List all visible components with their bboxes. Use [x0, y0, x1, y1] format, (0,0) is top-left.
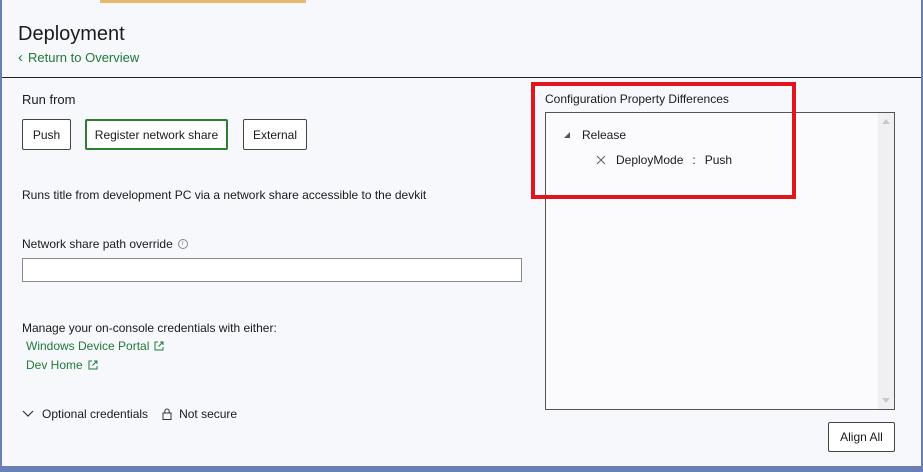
- external-link-icon: [154, 341, 164, 351]
- network-share-path-input[interactable]: [22, 258, 522, 282]
- push-button[interactable]: Push: [22, 119, 71, 150]
- dev-home-link[interactable]: Dev Home: [26, 358, 98, 372]
- scroll-up-icon[interactable]: [882, 119, 890, 124]
- annotation-highlight-box: [531, 82, 796, 199]
- run-mode-description: Runs title from development PC via a net…: [22, 188, 427, 202]
- lock-icon: [162, 408, 172, 420]
- active-tab-indicator: [100, 0, 306, 3]
- optional-credentials-label: Optional credentials: [42, 407, 149, 421]
- scroll-down-icon[interactable]: [882, 398, 890, 403]
- run-from-label: Run from: [22, 92, 76, 107]
- network-share-label: Network share path override: [22, 237, 173, 251]
- optional-credentials-row[interactable]: Optional credentials Not secure: [22, 407, 237, 421]
- network-share-label-row: Network share path override i: [22, 237, 188, 251]
- credentials-text: Manage your on-console credentials with …: [22, 321, 277, 335]
- dev-home-label: Dev Home: [26, 358, 83, 372]
- external-link-icon: [88, 360, 98, 370]
- register-network-share-button[interactable]: Register network share: [85, 119, 228, 150]
- return-to-overview-link[interactable]: ‹ Return to Overview: [18, 48, 140, 66]
- info-icon[interactable]: i: [177, 239, 188, 249]
- chevron-left-icon: ‹: [18, 48, 23, 66]
- page-title: Deployment: [18, 23, 125, 45]
- align-all-button[interactable]: Align All: [828, 422, 895, 452]
- windows-device-portal-label: Windows Device Portal: [26, 339, 150, 353]
- chevron-down-icon: [22, 410, 34, 417]
- header-divider: [2, 77, 921, 78]
- external-button[interactable]: External: [243, 119, 307, 150]
- windows-device-portal-link[interactable]: Windows Device Portal: [26, 339, 164, 353]
- return-to-overview-label: Return to Overview: [28, 50, 140, 65]
- vertical-scrollbar[interactable]: [878, 113, 894, 409]
- not-secure-label: Not secure: [179, 407, 238, 421]
